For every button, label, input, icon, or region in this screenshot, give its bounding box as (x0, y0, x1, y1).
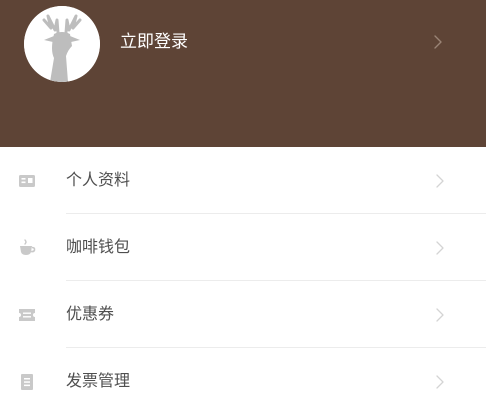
menu-item-label: 发票管理 (66, 371, 131, 390)
id-card-icon (18, 172, 36, 190)
menu-item-coupons[interactable]: 优惠券 (0, 281, 486, 348)
menu-item-profile[interactable]: 个人资料 (0, 147, 486, 214)
chevron-right-icon (435, 374, 445, 394)
chevron-right-icon (435, 173, 445, 193)
menu-item-invoices[interactable]: 发票管理 (0, 348, 486, 412)
ticket-icon (18, 306, 36, 324)
menu-item-coffee-wallet[interactable]: 咖啡钱包 (0, 214, 486, 281)
chevron-right-icon (435, 240, 445, 260)
deer-head-icon (24, 6, 100, 82)
avatar[interactable] (24, 6, 100, 82)
chevron-right-icon (435, 307, 445, 327)
chevron-right-icon[interactable] (433, 34, 443, 54)
login-link[interactable]: 立即登录 (120, 30, 188, 54)
menu-item-label: 优惠券 (66, 304, 115, 323)
account-drawer: 立即登录 个人资料 咖啡钱包 优惠券 发票管理 (0, 0, 486, 412)
menu-item-label: 咖啡钱包 (66, 237, 131, 256)
menu-list: 个人资料 咖啡钱包 优惠券 发票管理 (0, 147, 486, 412)
coffee-cup-icon (18, 239, 36, 257)
menu-item-label: 个人资料 (66, 170, 131, 189)
invoice-icon (18, 373, 36, 391)
profile-header: 立即登录 (0, 0, 486, 147)
